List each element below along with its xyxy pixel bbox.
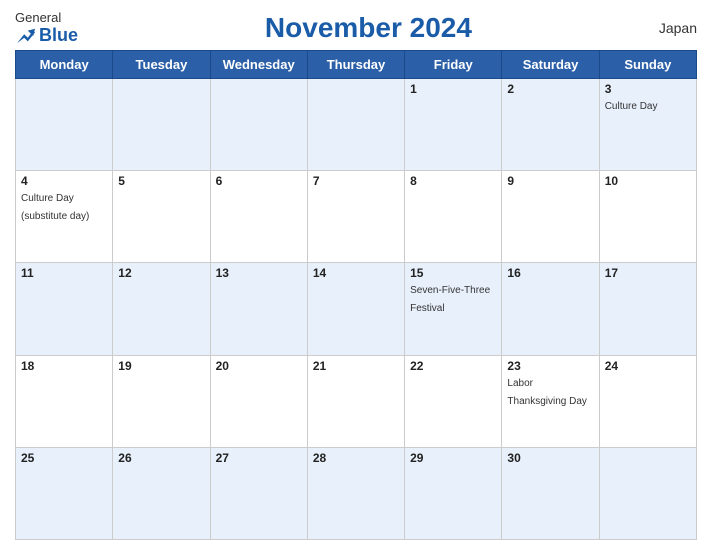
weekday-header-tuesday: Tuesday xyxy=(113,51,210,79)
logo-general-text: General xyxy=(15,10,61,25)
calendar-cell: 8 xyxy=(405,171,502,263)
calendar-table: MondayTuesdayWednesdayThursdayFridaySatu… xyxy=(15,50,697,540)
calendar-cell: 13 xyxy=(210,263,307,355)
calendar-week-row: 25 26 27 28 29 30 xyxy=(16,447,697,539)
day-number: 6 xyxy=(216,174,302,188)
calendar-title: November 2024 xyxy=(265,12,472,44)
calendar-cell: 25 xyxy=(16,447,113,539)
calendar-cell xyxy=(307,79,404,171)
weekday-header-thursday: Thursday xyxy=(307,51,404,79)
calendar-cell: 18 xyxy=(16,355,113,447)
weekday-header-monday: Monday xyxy=(16,51,113,79)
day-number: 30 xyxy=(507,451,593,465)
calendar-cell: 26 xyxy=(113,447,210,539)
calendar-cell xyxy=(599,447,696,539)
calendar-week-row: 11 12 13 14 15 Seven-Five-Three Festival 16 17 xyxy=(16,263,697,355)
calendar-cell: 28 xyxy=(307,447,404,539)
day-number: 16 xyxy=(507,266,593,280)
day-number: 27 xyxy=(216,451,302,465)
calendar-cell: 27 xyxy=(210,447,307,539)
day-number: 14 xyxy=(313,266,399,280)
day-number: 4 xyxy=(21,174,107,188)
calendar-cell: 15 Seven-Five-Three Festival xyxy=(405,263,502,355)
day-number: 1 xyxy=(410,82,496,96)
calendar-cell: 9 xyxy=(502,171,599,263)
day-number: 10 xyxy=(605,174,691,188)
calendar-cell: 2 xyxy=(502,79,599,171)
day-number: 19 xyxy=(118,359,204,373)
calendar-cell: 12 xyxy=(113,263,210,355)
day-number: 13 xyxy=(216,266,302,280)
calendar-cell: 23 Labor Thanksgiving Day xyxy=(502,355,599,447)
weekday-header-sunday: Sunday xyxy=(599,51,696,79)
day-number: 3 xyxy=(605,82,691,96)
event-label: Labor Thanksgiving Day xyxy=(507,378,586,407)
calendar-cell: 14 xyxy=(307,263,404,355)
day-number: 18 xyxy=(21,359,107,373)
calendar-cell: 19 xyxy=(113,355,210,447)
calendar-week-row: 18 19 20 21 22 23 Labor Thanksgiving Day 24 xyxy=(16,355,697,447)
calendar-cell: 22 xyxy=(405,355,502,447)
calendar-header: General Blue November 2024 Japan xyxy=(15,10,697,46)
calendar-cell: 1 xyxy=(405,79,502,171)
weekday-header-wednesday: Wednesday xyxy=(210,51,307,79)
logo-bird-icon xyxy=(15,27,37,45)
day-number: 7 xyxy=(313,174,399,188)
calendar-cell: 16 xyxy=(502,263,599,355)
weekday-header-saturday: Saturday xyxy=(502,51,599,79)
calendar-cell: 17 xyxy=(599,263,696,355)
calendar-cell: 4 Culture Day (substitute day) xyxy=(16,171,113,263)
day-number: 24 xyxy=(605,359,691,373)
calendar-week-row: 123 Culture Day xyxy=(16,79,697,171)
day-number: 11 xyxy=(21,266,107,280)
day-number: 21 xyxy=(313,359,399,373)
logo-blue-container: Blue xyxy=(15,25,78,46)
calendar-cell: 7 xyxy=(307,171,404,263)
calendar-cell: 5 xyxy=(113,171,210,263)
calendar-week-row: 4 Culture Day (substitute day) 56789 10 xyxy=(16,171,697,263)
calendar-cell: 30 xyxy=(502,447,599,539)
calendar-cell: 24 xyxy=(599,355,696,447)
day-number: 5 xyxy=(118,174,204,188)
day-number: 9 xyxy=(507,174,593,188)
calendar-cell: 6 xyxy=(210,171,307,263)
day-number: 23 xyxy=(507,359,593,373)
day-number: 26 xyxy=(118,451,204,465)
logo-blue-text: Blue xyxy=(39,25,78,46)
day-number: 20 xyxy=(216,359,302,373)
calendar-cell xyxy=(16,79,113,171)
weekday-header-friday: Friday xyxy=(405,51,502,79)
day-number: 22 xyxy=(410,359,496,373)
day-number: 25 xyxy=(21,451,107,465)
calendar-cell xyxy=(113,79,210,171)
day-number: 8 xyxy=(410,174,496,188)
calendar-cell: 10 xyxy=(599,171,696,263)
calendar-cell xyxy=(210,79,307,171)
weekday-header-row: MondayTuesdayWednesdayThursdayFridaySatu… xyxy=(16,51,697,79)
day-number: 12 xyxy=(118,266,204,280)
calendar-cell: 29 xyxy=(405,447,502,539)
calendar-cell: 3 Culture Day xyxy=(599,79,696,171)
calendar-cell: 21 xyxy=(307,355,404,447)
event-label: Culture Day xyxy=(605,101,658,112)
calendar-cell: 11 xyxy=(16,263,113,355)
logo: General Blue xyxy=(15,10,78,46)
day-number: 17 xyxy=(605,266,691,280)
country-label: Japan xyxy=(659,20,697,36)
day-number: 15 xyxy=(410,266,496,280)
day-number: 29 xyxy=(410,451,496,465)
day-number: 28 xyxy=(313,451,399,465)
day-number: 2 xyxy=(507,82,593,96)
event-label: Seven-Five-Three Festival xyxy=(410,285,490,314)
calendar-cell: 20 xyxy=(210,355,307,447)
event-label: Culture Day (substitute day) xyxy=(21,193,89,222)
